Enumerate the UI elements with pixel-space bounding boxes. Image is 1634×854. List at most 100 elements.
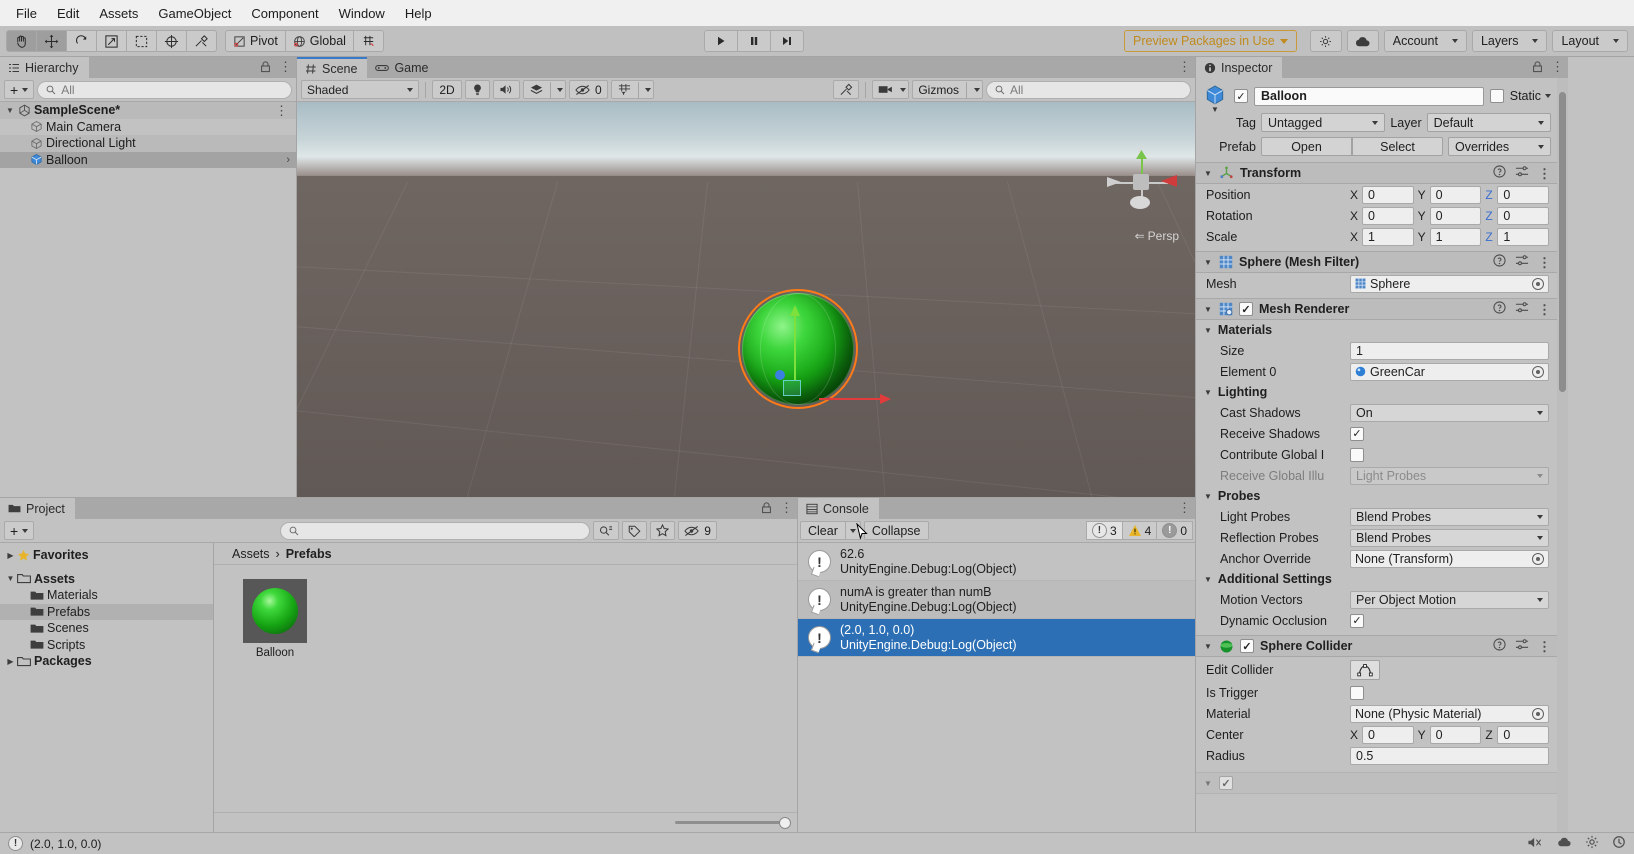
help-icon[interactable] (1493, 301, 1506, 317)
prefab-open-button[interactable]: Open (1261, 137, 1352, 156)
material-object-field[interactable]: GreenCar (1350, 362, 1549, 381)
breadcrumb-assets[interactable]: Assets (232, 547, 270, 561)
project-tree-item-scripts[interactable]: Scripts (0, 637, 213, 654)
scale-y-field[interactable]: 1 (1429, 227, 1482, 246)
scene-camera-button[interactable] (872, 80, 910, 99)
component-menu-icon[interactable]: ⋮ (1538, 256, 1551, 269)
lock-icon[interactable] (1532, 60, 1543, 73)
project-tree-item-favorites[interactable]: ▶ Favorites (0, 547, 213, 564)
motion-vectors-dropdown[interactable]: Per Object Motion (1350, 590, 1549, 609)
probes-group[interactable]: ▼ Probes (1196, 486, 1557, 506)
project-add-button[interactable]: + (4, 521, 35, 540)
center-y-field[interactable]: 0 (1429, 725, 1482, 744)
info-count-badge[interactable]: ! 3 (1085, 521, 1123, 540)
console-message-row[interactable]: ! (2.0, 1.0, 0.0) UnityEngine.Debug:Log(… (798, 619, 1195, 657)
gizmo-axis-y[interactable] (790, 305, 800, 380)
pause-button[interactable] (736, 30, 771, 52)
foldout-icon[interactable]: ▼ (1204, 642, 1213, 651)
object-picker-icon[interactable] (1532, 365, 1544, 378)
lock-icon[interactable] (761, 501, 772, 514)
contribute-gi-checkbox[interactable]: ✓ (1350, 447, 1364, 462)
pivot-toggle-button[interactable]: Pivot (225, 30, 286, 52)
sphere-collider-enabled-checkbox[interactable]: ✓ (1240, 639, 1254, 653)
foldout-icon[interactable]: ▶ (4, 657, 17, 666)
rotation-x-field[interactable]: 0 (1362, 206, 1414, 225)
project-tree-item-prefabs[interactable]: Prefabs (0, 603, 213, 620)
breadcrumb-prefabs[interactable]: Prefabs (286, 547, 332, 561)
hierarchy-menu-icon[interactable]: ⋮ (279, 60, 292, 73)
project-visibility-button[interactable]: 9 (678, 521, 717, 540)
rect-tool-button[interactable] (126, 30, 157, 52)
progress-icon[interactable] (1612, 835, 1626, 852)
component-header-partial[interactable]: ▼ ✓ (1196, 772, 1557, 794)
hierarchy-item-balloon[interactable]: Balloon › (0, 151, 296, 168)
status-message[interactable]: (2.0, 1.0, 0.0) (30, 837, 101, 851)
partial-component-checkbox[interactable]: ✓ (1219, 776, 1233, 790)
console-message-row[interactable]: ! 62.6 UnityEngine.Debug:Log(Object) (798, 543, 1195, 581)
perspective-indicator[interactable]: ⇐ Persp (1135, 229, 1179, 243)
static-checkbox[interactable]: ✓ (1489, 89, 1504, 103)
foldout-icon[interactable]: ▼ (1204, 258, 1213, 267)
rotation-z-field[interactable]: 0 (1497, 206, 1550, 225)
position-x-field[interactable]: 0 (1362, 185, 1414, 204)
hierarchy-item-directional-light[interactable]: Directional Light (0, 135, 296, 152)
position-y-field[interactable]: 0 (1429, 185, 1482, 204)
materials-group[interactable]: ▼ Materials (1196, 320, 1557, 340)
is-trigger-checkbox[interactable]: ✓ (1350, 685, 1364, 700)
gizmo-plane-handle[interactable] (783, 380, 801, 396)
scale-z-field[interactable]: 1 (1497, 227, 1550, 246)
radius-field[interactable]: 0.5 (1350, 746, 1549, 765)
gameobject-name-field[interactable]: Balloon (1254, 86, 1484, 106)
prefab-select-button[interactable]: Select (1352, 137, 1443, 156)
menu-item-help[interactable]: Help (395, 3, 442, 24)
foldout-icon[interactable]: ▼ (1204, 388, 1212, 397)
tab-inspector[interactable]: Inspector (1196, 57, 1283, 78)
hand-tool-button[interactable] (6, 30, 37, 52)
component-header-transform[interactable]: ▼ Transform ⋮ (1196, 162, 1557, 184)
scene-audio-button[interactable] (493, 80, 520, 99)
inspector-scrollbar[interactable] (1557, 78, 1568, 832)
preset-icon[interactable] (1515, 254, 1529, 270)
additional-settings-group[interactable]: ▼ Additional Settings (1196, 569, 1557, 589)
cast-shadows-dropdown[interactable]: On (1350, 403, 1549, 422)
project-menu-icon[interactable]: ⋮ (780, 501, 793, 514)
menu-item-component[interactable]: Component (241, 3, 328, 24)
prefab-overrides-dropdown[interactable]: Overrides (1448, 137, 1551, 156)
component-menu-icon[interactable]: ⋮ (1538, 303, 1551, 316)
warning-count-badge[interactable]: 4 (1121, 521, 1158, 540)
collapse-button[interactable]: Collapse (863, 521, 929, 540)
light-probes-dropdown[interactable]: Blend Probes (1350, 507, 1549, 526)
scene-menu-icon[interactable]: ⋮ (1178, 60, 1191, 73)
play-button[interactable] (703, 30, 738, 52)
asset-zoom-slider[interactable] (675, 816, 791, 829)
menu-item-window[interactable]: Window (329, 3, 395, 24)
asset-item-balloon[interactable]: Balloon (238, 579, 312, 659)
preview-packages-button[interactable]: Preview Packages in Use (1124, 30, 1297, 52)
hierarchy-item-samplescene[interactable]: ▼ SampleScene* ⋮ (0, 102, 296, 119)
physic-material-field[interactable]: None (Physic Material) (1350, 704, 1549, 723)
component-header-sphere-collider[interactable]: ▼ ✓ Sphere Collider ⋮ (1196, 635, 1557, 657)
collab-icon[interactable] (1556, 836, 1572, 852)
project-label-filter-button[interactable] (622, 521, 648, 540)
scale-x-field[interactable]: 1 (1362, 227, 1414, 246)
inspector-menu-icon[interactable]: ⋮ (1551, 60, 1564, 73)
center-x-field[interactable]: 0 (1362, 725, 1414, 744)
mesh-object-field[interactable]: Sphere (1350, 274, 1549, 293)
anchor-override-field[interactable]: None (Transform) (1350, 549, 1549, 568)
lock-icon[interactable] (260, 60, 271, 73)
hierarchy-item-main-camera[interactable]: Main Camera (0, 119, 296, 136)
tag-dropdown[interactable]: Untagged (1261, 113, 1386, 132)
layer-dropdown[interactable]: Default (1426, 113, 1551, 132)
materials-size-field[interactable]: 1 (1350, 341, 1549, 360)
object-picker-icon[interactable] (1532, 277, 1544, 290)
tab-hierarchy[interactable]: Hierarchy (0, 57, 89, 78)
object-picker-icon[interactable] (1532, 707, 1544, 720)
cloud-button[interactable] (1346, 30, 1379, 52)
tab-game[interactable]: Game (367, 57, 439, 78)
reflection-probes-dropdown[interactable]: Blend Probes (1350, 528, 1549, 547)
layout-button[interactable]: Layout (1552, 30, 1628, 52)
gizmo-axis-z[interactable] (775, 370, 785, 380)
help-icon[interactable] (1493, 638, 1506, 654)
settings-icon[interactable] (1585, 835, 1599, 852)
scene-search-input[interactable]: All (986, 80, 1191, 99)
